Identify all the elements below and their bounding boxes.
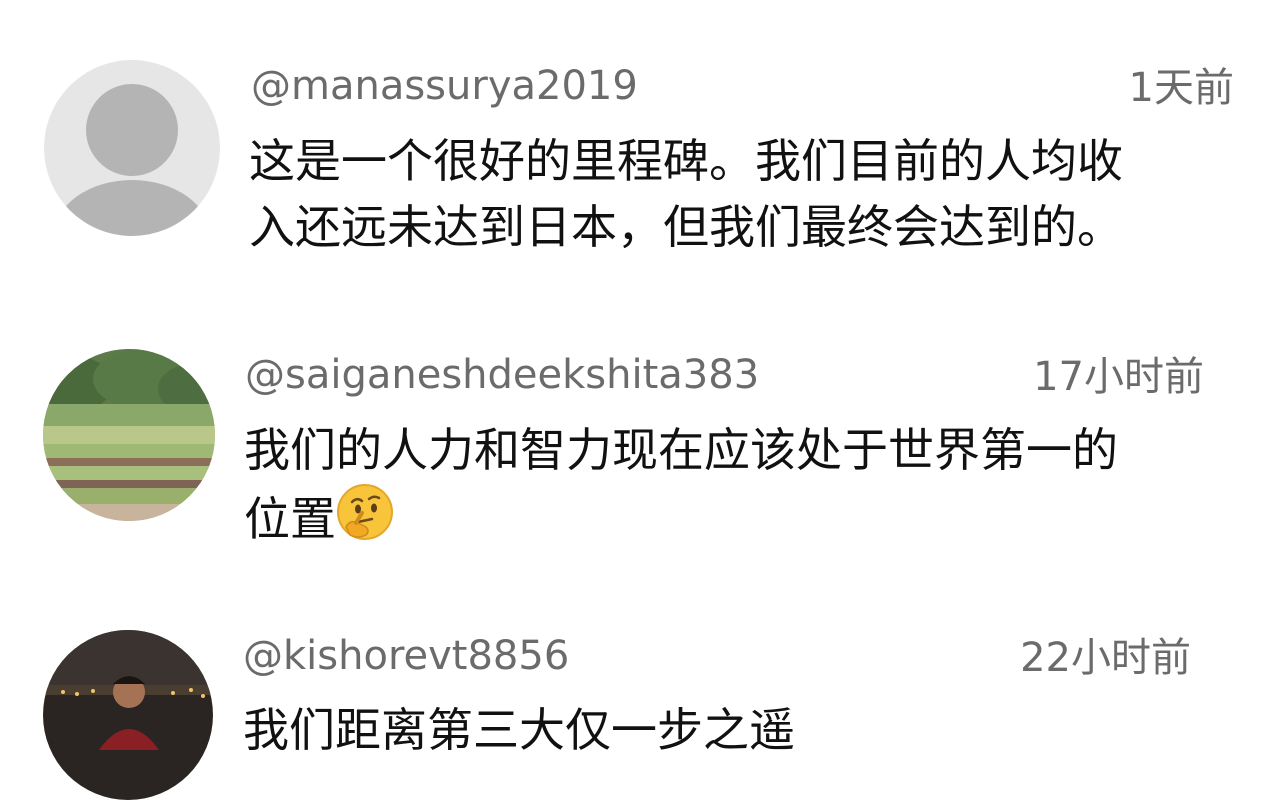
- avatar[interactable]: [44, 60, 220, 236]
- avatar[interactable]: [43, 630, 213, 800]
- comment-timestamp: 1天前: [1128, 65, 1234, 111]
- default-avatar-icon: [44, 60, 220, 236]
- comment-text: 我们的人力和智力现在应该处于世界第一的 位置: [244, 417, 1118, 558]
- comment-text: 这是一个很好的里程碑。我们目前的人均收 入还远未达到日本，但我们最终会达到的。: [249, 128, 1123, 260]
- comment-text: 我们距离第三大仅一步之遥: [243, 697, 795, 763]
- thinking-face-icon: [336, 483, 394, 558]
- landscape-photo: [43, 349, 215, 521]
- comment-timestamp: 22小时前: [1020, 635, 1191, 681]
- comment-item: @manassurya2019 1天前 这是一个很好的里程碑。我们目前的人均收 …: [0, 0, 1280, 300]
- comment-author-handle[interactable]: @manassurya2019: [251, 66, 638, 106]
- comment-text-line: 这是一个很好的里程碑。我们目前的人均收: [249, 134, 1123, 188]
- comment-text-line: 我们的人力和智力现在应该处于世界第一的: [244, 423, 1118, 477]
- comment-text-line: 我们距离第三大仅一步之遥: [243, 703, 795, 757]
- avatar[interactable]: [43, 349, 215, 521]
- comment-text-line: 入还远未达到日本，但我们最终会达到的。: [249, 200, 1123, 254]
- comment-author-handle[interactable]: @kishorevt8856: [243, 636, 569, 676]
- comment-author-handle[interactable]: @saiganeshdeekshita383: [245, 355, 759, 395]
- person-photo: [43, 630, 213, 800]
- comment-timestamp: 17小时前: [1033, 354, 1204, 400]
- comment-text-line: 位置: [244, 483, 1118, 558]
